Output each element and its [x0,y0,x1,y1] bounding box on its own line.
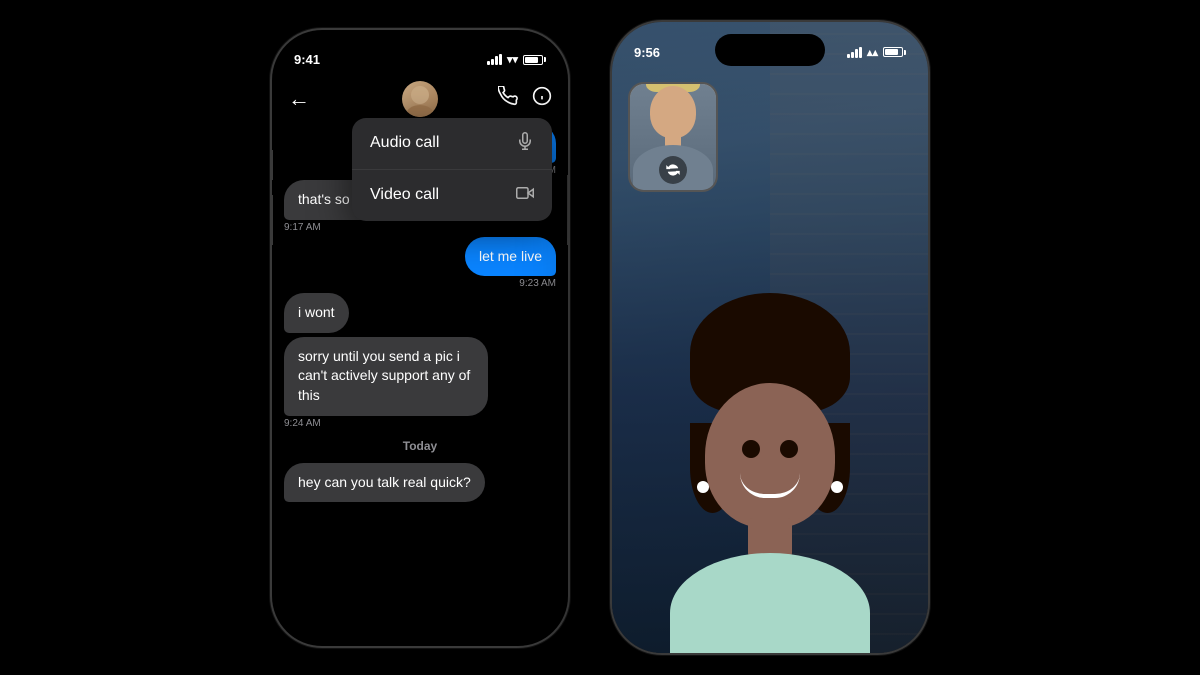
message-group-sent-2: let me live 9:23 AM [284,237,556,290]
battery-icon [523,55,546,65]
back-button[interactable]: ← [288,86,310,112]
phone-icon[interactable] [498,86,518,111]
message-bubble-recv-4: hey can you talk real quick? [284,463,485,503]
nav-action-icons [498,86,552,111]
message-bubble-recv-3: sorry until you send a pic i can't activ… [284,337,488,416]
person-earring-right [831,481,843,493]
message-time-sent-2: 9:23 AM [519,278,556,289]
video-icon [516,184,534,207]
pip-flip-button[interactable] [659,156,687,184]
wifi-icon: ▾▾ [507,53,518,66]
volume-down-button[interactable] [270,195,273,245]
nav-bar-left: ← [272,80,568,120]
pip-video[interactable] [628,82,718,192]
mic-icon [516,132,534,155]
left-phone: 9:41 ▾▾ ← [270,28,570,648]
person-earring-left [697,481,709,493]
status-icons-left: ▾▾ [487,53,546,66]
message-group-recv-3: sorry until you send a pic i can't activ… [284,337,556,429]
section-label-today: Today [284,439,556,453]
battery-icon-right [883,47,906,57]
message-time-recv-3: 9:24 AM [284,418,556,429]
video-call-option[interactable]: Video call [352,170,552,221]
volume-up-button[interactable] [270,150,273,180]
person-neck [748,518,792,558]
power-button[interactable] [567,175,570,245]
pip-head [650,86,696,138]
signal-icon [487,54,502,65]
facetime-screen: 9:56 ▴▴ [612,22,928,653]
status-time-left: 9:41 [294,52,320,67]
message-time-recv-1: 9:17 AM [284,222,556,233]
dynamic-island [370,42,470,72]
info-icon[interactable] [532,86,552,111]
person-head [705,383,835,528]
status-bar-right: 9:56 ▴▴ [612,22,928,72]
wifi-icon-right: ▴▴ [867,46,878,59]
contact-avatar[interactable] [402,81,438,117]
message-group-recv-2: i wont [284,293,556,333]
call-dropdown-menu: Audio call Video call [352,118,552,221]
message-group-recv-4: hey can you talk real quick? [284,463,556,503]
video-call-label: Video call [370,186,439,204]
status-time-right: 9:56 [634,45,660,60]
right-phone: 9:56 ▴▴ [610,20,930,655]
person-eye-left [742,440,760,458]
status-icons-right: ▴▴ [847,46,906,59]
message-bubble-sent-2: let me live [465,237,556,277]
person-eye-right [780,440,798,458]
audio-call-option[interactable]: Audio call [352,118,552,170]
message-bubble-recv-2: i wont [284,293,349,333]
signal-icon-right [847,47,862,58]
audio-call-label: Audio call [370,134,439,152]
